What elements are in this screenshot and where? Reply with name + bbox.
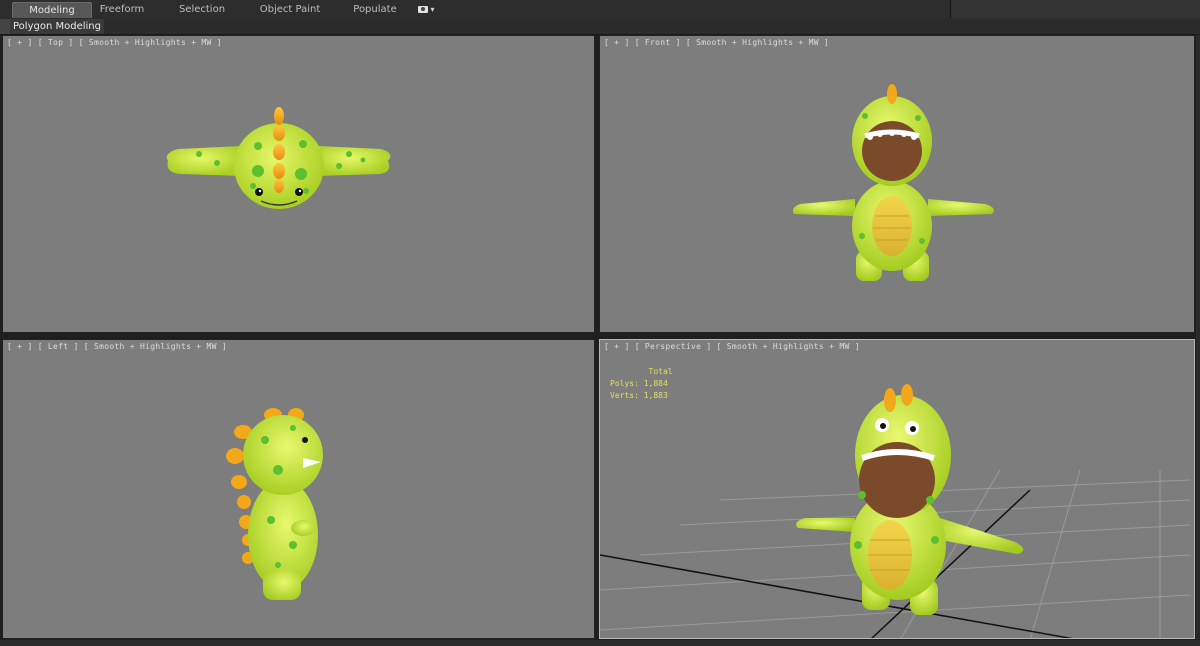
- viewport-front[interactable]: [ + ] [ Front ] [ Smooth + Highlights + …: [599, 35, 1195, 333]
- ribbon-tab-bar: Modeling Freeform Selection Object Paint…: [0, 0, 1200, 20]
- dino-model-front-view[interactable]: [600, 36, 1195, 333]
- ribbon-panel-bar: Polygon Modeling: [0, 19, 1200, 35]
- chevron-down-icon: ▾: [430, 5, 435, 14]
- viewport-perspective[interactable]: [ + ] [ Perspective ] [ Smooth + Highlig…: [599, 339, 1195, 639]
- camera-dropdown-icon: [418, 6, 428, 13]
- ribbon-options-dropdown[interactable]: ▾: [418, 4, 440, 15]
- dino-model-left-view[interactable]: [3, 340, 595, 639]
- viewport-scrollbar[interactable]: [1196, 35, 1200, 639]
- ribbon-empty-area: [950, 0, 1200, 18]
- viewport-top[interactable]: [ + ] [ Top ] [ Smooth + Highlights + MW…: [2, 35, 595, 333]
- tab-selection[interactable]: Selection: [172, 2, 232, 17]
- viewport-left[interactable]: [ + ] [ Left ] [ Smooth + Highlights + M…: [2, 339, 595, 639]
- tab-populate[interactable]: Populate: [347, 2, 403, 17]
- tab-modeling[interactable]: Modeling: [12, 2, 92, 18]
- tab-object-paint[interactable]: Object Paint: [255, 2, 325, 17]
- panel-polygon-modeling[interactable]: Polygon Modeling: [10, 19, 104, 34]
- perspective-scene[interactable]: [600, 340, 1195, 639]
- dino-model-top-view[interactable]: [3, 36, 595, 333]
- panel-bar-background: [100, 19, 1200, 34]
- status-bar: [0, 640, 1200, 646]
- tab-freeform[interactable]: Freeform: [92, 2, 152, 17]
